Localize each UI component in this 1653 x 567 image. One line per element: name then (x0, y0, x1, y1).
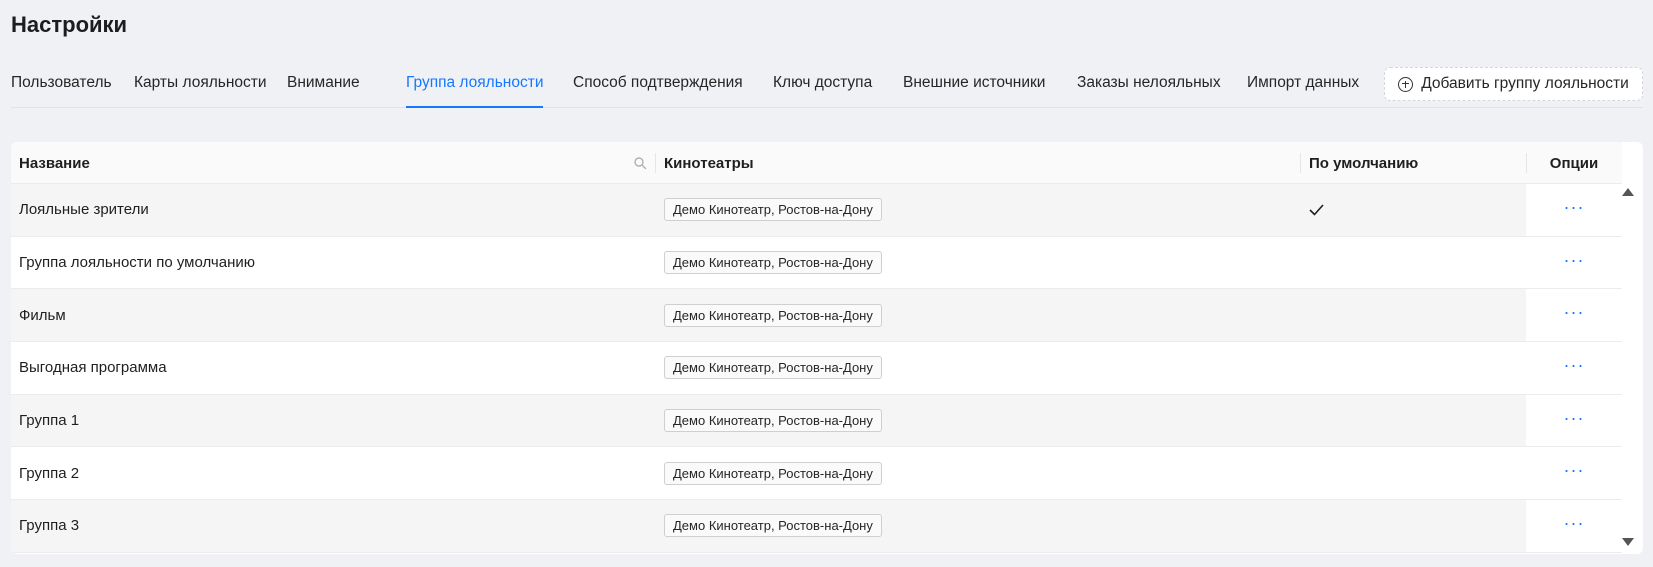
cinema-tag: Демо Кинотеатр, Ростов-на-Дону (664, 251, 882, 275)
cinema-tag: Демо Кинотеатр, Ростов-на-Дону (664, 461, 882, 485)
more-options-icon[interactable]: ··· (1564, 198, 1585, 216)
checkmark-icon (1309, 204, 1324, 216)
more-options-icon[interactable]: ··· (1564, 514, 1585, 532)
column-header-options: Опции (1549, 154, 1599, 172)
cinema-tag: Демо Кинотеатр, Ростов-на-Дону (664, 356, 882, 380)
table-row[interactable]: Группа 2 Демо Кинотеатр, Ростов-на-Дону ··… (11, 447, 1622, 501)
more-options-icon[interactable]: ··· (1564, 303, 1585, 321)
table-body: Лояльные зрители Демо Кинотеатр, Ростов-н… (11, 184, 1622, 554)
tab-attention[interactable]: Внимание (287, 74, 360, 108)
cinema-cell: Демо Кинотеатр, Ростов-на-Дону (664, 289, 882, 341)
search-icon[interactable] (633, 156, 647, 170)
group-name: Группа 2 (19, 464, 80, 482)
group-name: Группа 3 (19, 517, 80, 535)
more-options-icon[interactable]: ··· (1564, 461, 1585, 479)
table-header: Название Кинотеатры По умолчанию Опции (11, 142, 1622, 184)
group-name: Лояльные зрители (19, 201, 149, 219)
column-header-cinemas: Кинотеатры (664, 154, 754, 172)
table-row[interactable]: Группа 1 Демо Кинотеатр, Ростов-на-Дону ··… (11, 394, 1622, 448)
tab-user[interactable]: Пользователь (11, 74, 112, 108)
add-loyalty-group-button[interactable]: Добавить группу лояльности (1384, 67, 1643, 101)
default-cell (1309, 289, 1329, 341)
options-cell: ··· (1526, 236, 1622, 289)
table-row[interactable]: Группа лояльности по умолчанию Демо Кинот… (11, 236, 1622, 290)
default-cell (1309, 395, 1329, 447)
group-name: Группа лояльности по умолчанию (19, 254, 255, 272)
cinema-cell: Демо Кинотеатр, Ростов-на-Дону (664, 500, 882, 552)
options-cell: ··· (1526, 342, 1622, 394)
loyalty-groups-table: Название Кинотеатры По умолчанию Опции Л… (11, 142, 1643, 554)
scroll-up-arrow-icon[interactable] (1622, 188, 1634, 196)
tab-data-import[interactable]: Импорт данных (1247, 74, 1359, 108)
cinema-cell: Демо Кинотеатр, Ростов-на-Дону (664, 342, 882, 394)
more-options-icon[interactable]: ··· (1564, 356, 1585, 374)
cinema-cell: Демо Кинотеатр, Ростов-на-Дону (664, 184, 882, 236)
more-options-icon[interactable]: ··· (1564, 251, 1585, 269)
cinema-tag: Демо Кинотеатр, Ростов-на-Дону (664, 409, 882, 433)
table-row[interactable]: Выгодная программа Демо Кинотеатр, Ростов… (11, 342, 1622, 395)
settings-page: Настройки Пользователь Карты лояльности … (0, 0, 1653, 567)
column-divider (655, 153, 656, 173)
column-header-default: По умолчанию (1309, 154, 1419, 172)
more-options-icon[interactable]: ··· (1564, 409, 1585, 427)
column-header-name: Название (19, 154, 90, 172)
default-cell (1309, 447, 1329, 499)
tab-access-key[interactable]: Ключ доступа (773, 74, 872, 108)
cinema-cell: Демо Кинотеатр, Ростов-на-Дону (664, 237, 882, 289)
tab-loyalty-cards[interactable]: Карты лояльности (134, 74, 267, 108)
group-name: Выгодная программа (19, 359, 167, 377)
group-name: Фильм (19, 306, 66, 324)
column-divider (1300, 153, 1301, 173)
cinema-tag: Демо Кинотеатр, Ростов-на-Дону (664, 514, 882, 538)
options-cell: ··· (1526, 447, 1622, 500)
tab-disloyal-orders[interactable]: Заказы нелояльных (1077, 74, 1221, 108)
default-cell (1309, 237, 1329, 289)
cinema-cell: Демо Кинотеатр, Ростов-на-Дону (664, 395, 882, 447)
default-cell (1309, 184, 1329, 236)
table-row[interactable]: Группа 3 Демо Кинотеатр, Ростов-на-Дону ··… (11, 500, 1622, 553)
options-cell: ··· (1526, 184, 1622, 236)
cinema-tag: Демо Кинотеатр, Ростов-на-Дону (664, 303, 882, 327)
tab-confirmation-method[interactable]: Способ подтверждения (573, 74, 743, 108)
scroll-down-arrow-icon[interactable] (1622, 538, 1634, 546)
options-cell: ··· (1526, 289, 1622, 342)
cinema-cell: Демо Кинотеатр, Ростов-на-Дону (664, 447, 882, 499)
default-cell (1309, 500, 1329, 552)
options-cell: ··· (1526, 500, 1622, 552)
tab-external-sources[interactable]: Внешние источники (903, 74, 1045, 108)
default-cell (1309, 342, 1329, 394)
table-row[interactable]: Лояльные зрители Демо Кинотеатр, Ростов-н… (11, 184, 1622, 237)
plus-circle-icon (1398, 76, 1414, 92)
table-row[interactable]: Фильм Демо Кинотеатр, Ростов-на-Дону ··· (11, 289, 1622, 343)
page-title: Настройки (11, 12, 128, 37)
add-loyalty-group-label: Добавить группу лояльности (1421, 75, 1629, 92)
tab-loyalty-group[interactable]: Группа лояльности (406, 74, 544, 108)
group-name: Группа 1 (19, 412, 80, 430)
cinema-tag: Демо Кинотеатр, Ростов-на-Дону (664, 198, 882, 222)
options-cell: ··· (1526, 394, 1622, 447)
